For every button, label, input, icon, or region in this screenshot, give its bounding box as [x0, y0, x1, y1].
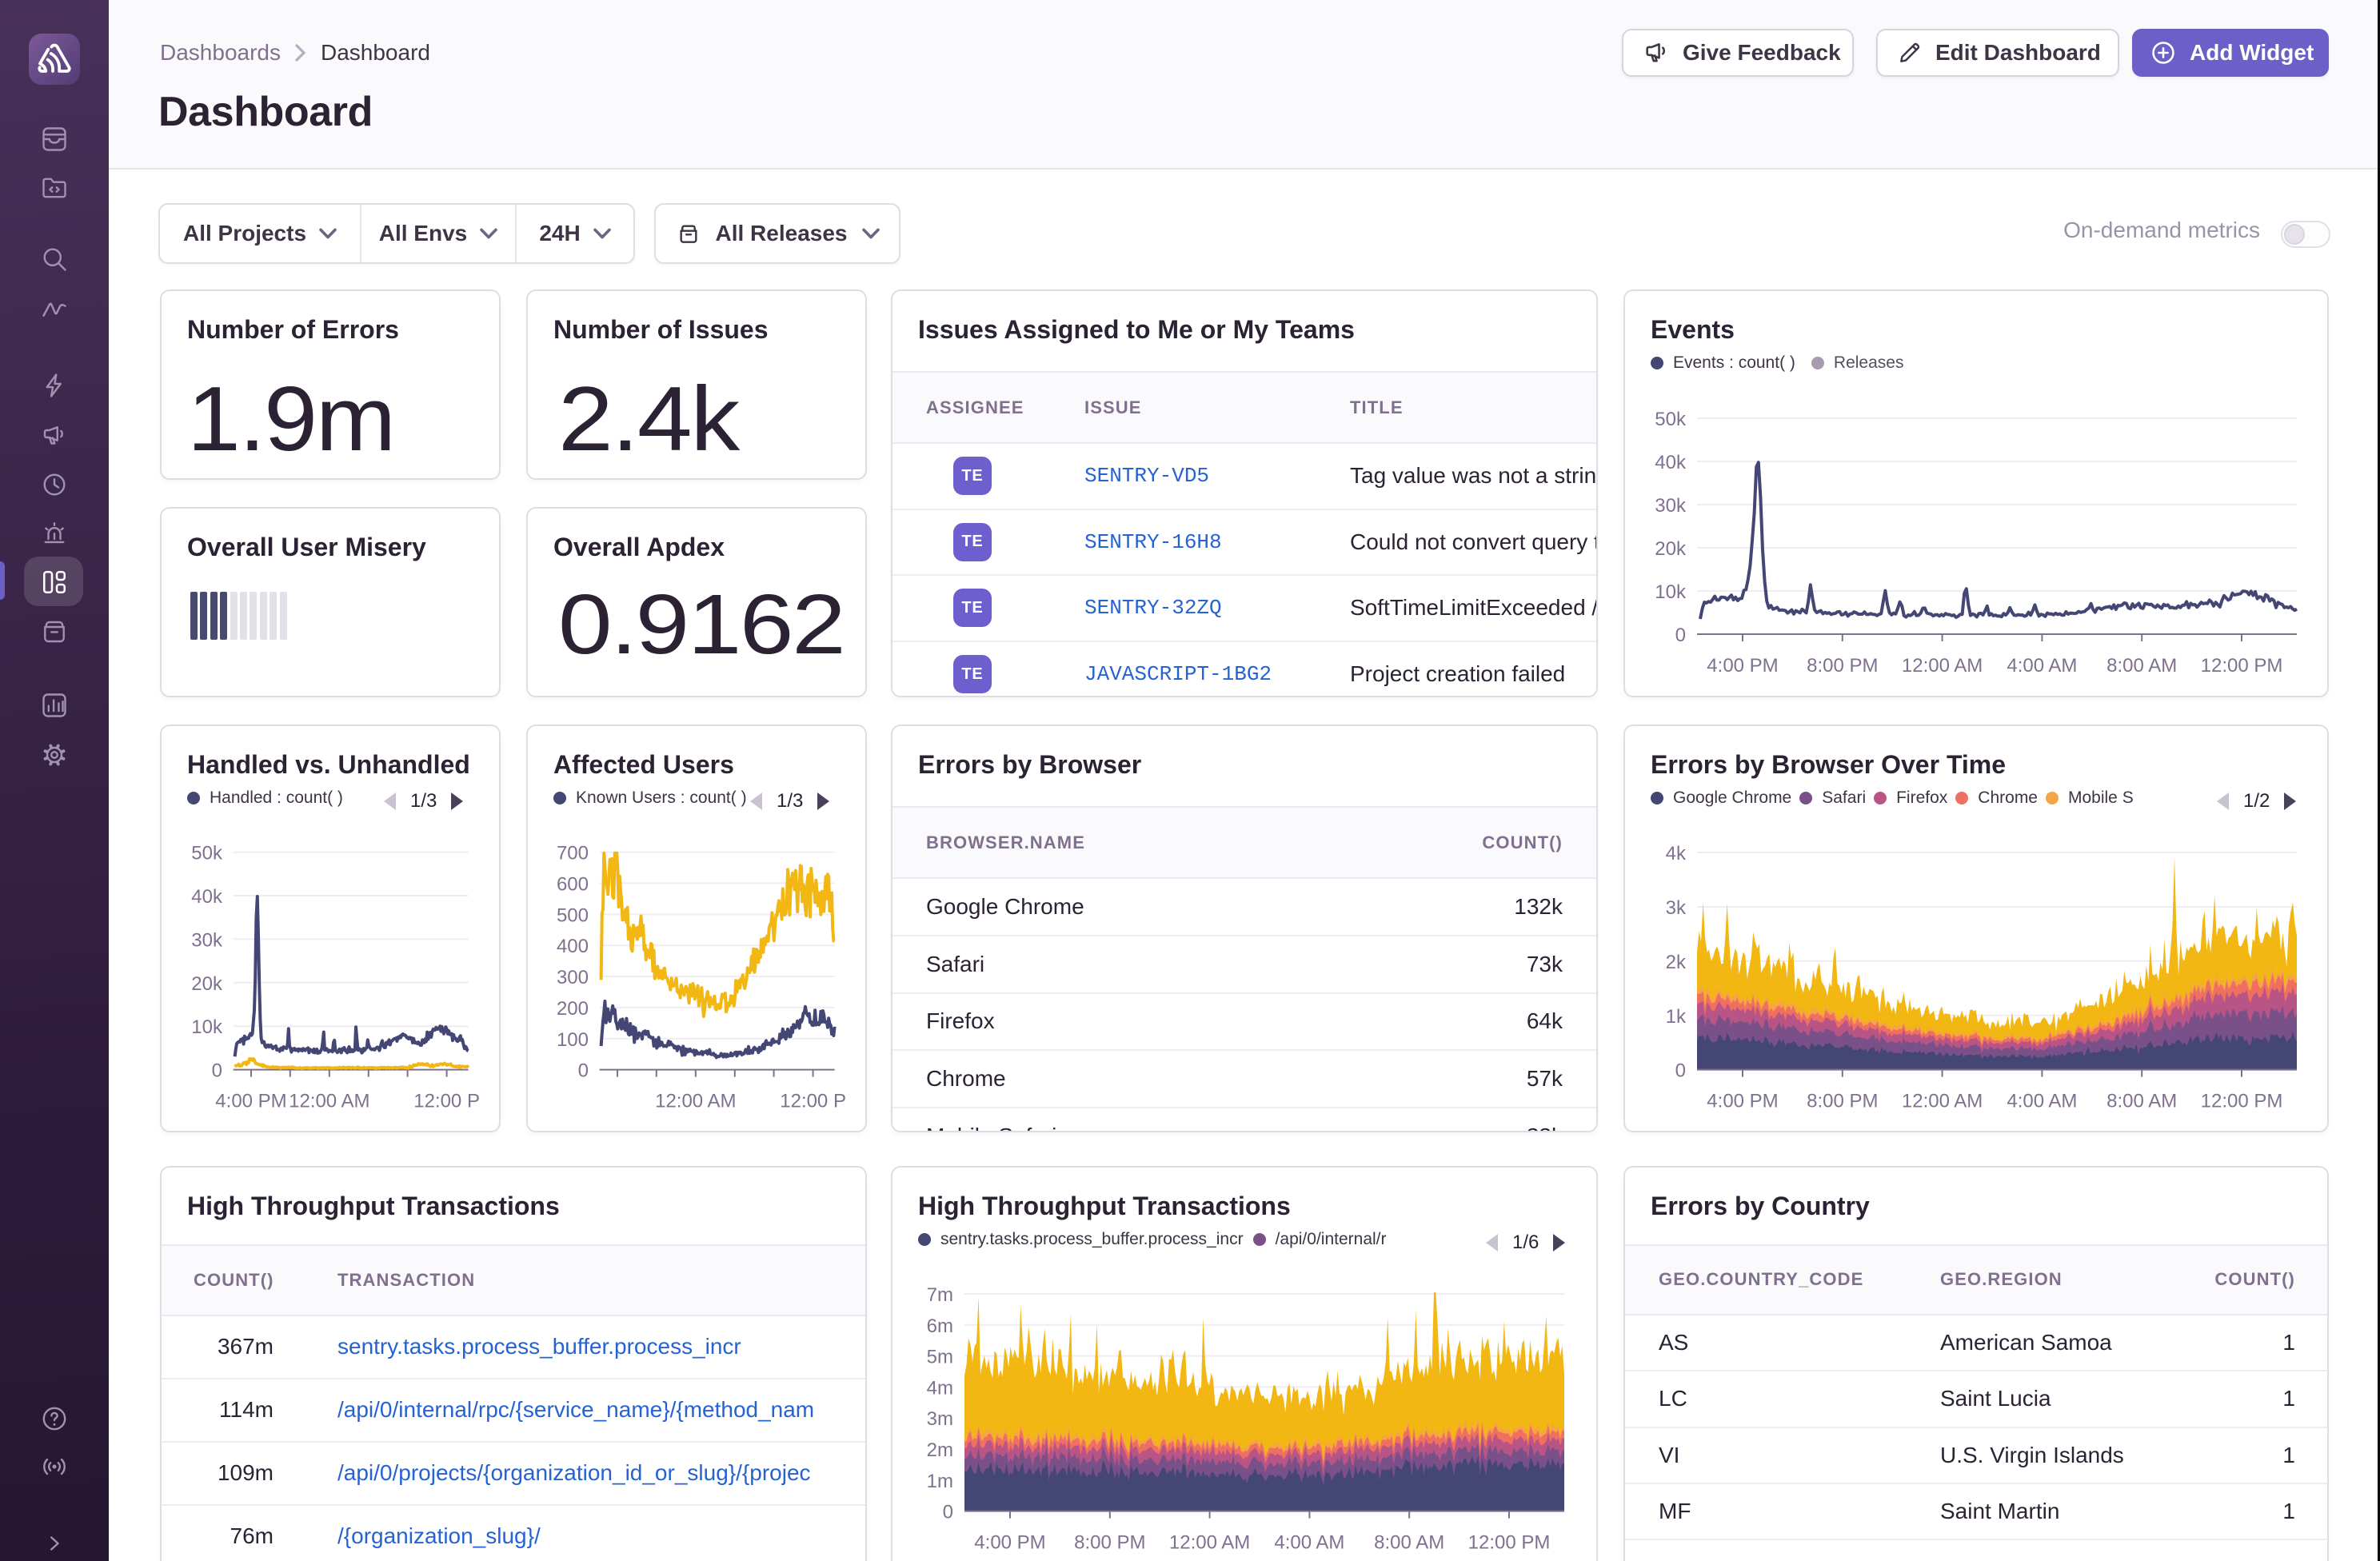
svg-text:4k: 4k: [1666, 843, 1687, 864]
svg-text:8:00 AM: 8:00 AM: [1374, 1532, 1444, 1554]
svg-text:12:00 AM: 12:00 AM: [1169, 1532, 1250, 1554]
svg-text:40k: 40k: [191, 886, 223, 908]
svg-text:8:00 PM: 8:00 PM: [1807, 1091, 1878, 1112]
svg-text:4:00 AM: 4:00 AM: [2007, 1091, 2077, 1112]
svg-text:12:00 PM: 12:00 PM: [1468, 1532, 1551, 1554]
svg-text:600: 600: [557, 873, 589, 895]
svg-text:8:00 PM: 8:00 PM: [1074, 1532, 1145, 1554]
svg-text:4m: 4m: [927, 1377, 953, 1399]
svg-text:12:00 AM: 12:00 AM: [1902, 655, 1983, 677]
svg-text:8:00 AM: 8:00 AM: [2106, 655, 2177, 677]
svg-text:4:00 PM: 4:00 PM: [1707, 655, 1778, 677]
svg-text:12:00 AM: 12:00 AM: [1902, 1091, 1983, 1112]
svg-text:700: 700: [557, 843, 589, 864]
svg-text:4:00 AM: 4:00 AM: [2007, 655, 2077, 677]
svg-text:12:00 P: 12:00 P: [413, 1091, 480, 1112]
svg-text:4:00 PM: 4:00 PM: [215, 1091, 286, 1112]
svg-text:7m: 7m: [927, 1284, 953, 1306]
svg-text:3k: 3k: [1666, 897, 1687, 919]
svg-text:30k: 30k: [1655, 495, 1687, 517]
svg-text:0: 0: [212, 1060, 222, 1082]
svg-text:0: 0: [1675, 625, 1686, 646]
svg-text:4:00 PM: 4:00 PM: [1707, 1091, 1778, 1112]
svg-text:1m: 1m: [927, 1471, 953, 1492]
svg-text:300: 300: [557, 967, 589, 988]
svg-text:2k: 2k: [1666, 952, 1687, 973]
svg-text:1k: 1k: [1666, 1006, 1687, 1028]
svg-text:10k: 10k: [1655, 581, 1687, 603]
svg-text:12:00 PM: 12:00 PM: [2201, 655, 2283, 677]
svg-text:5m: 5m: [927, 1347, 953, 1368]
svg-text:4:00 PM: 4:00 PM: [974, 1532, 1045, 1554]
svg-text:500: 500: [557, 904, 589, 926]
svg-text:400: 400: [557, 936, 589, 957]
svg-text:8:00 AM: 8:00 AM: [2106, 1091, 2177, 1112]
svg-text:50k: 50k: [1655, 409, 1687, 430]
svg-text:0: 0: [943, 1502, 953, 1523]
svg-text:200: 200: [557, 998, 589, 1020]
svg-text:10k: 10k: [191, 1016, 223, 1038]
svg-text:12:00 AM: 12:00 AM: [655, 1091, 736, 1112]
svg-text:12:00 AM: 12:00 AM: [289, 1091, 369, 1112]
svg-text:0: 0: [578, 1060, 589, 1082]
svg-text:6m: 6m: [927, 1315, 953, 1337]
svg-text:3m: 3m: [927, 1408, 953, 1430]
svg-text:8:00 PM: 8:00 PM: [1807, 655, 1878, 677]
svg-text:100: 100: [557, 1029, 589, 1051]
svg-text:0: 0: [1675, 1060, 1686, 1082]
svg-text:20k: 20k: [191, 973, 223, 995]
svg-text:40k: 40k: [1655, 452, 1687, 473]
svg-text:30k: 30k: [191, 929, 223, 951]
svg-text:50k: 50k: [191, 843, 223, 864]
svg-text:20k: 20k: [1655, 538, 1687, 560]
svg-text:4:00 AM: 4:00 AM: [1274, 1532, 1344, 1554]
svg-text:12:00 P: 12:00 P: [780, 1091, 846, 1112]
svg-text:12:00 PM: 12:00 PM: [2201, 1091, 2283, 1112]
svg-text:2m: 2m: [927, 1439, 953, 1461]
